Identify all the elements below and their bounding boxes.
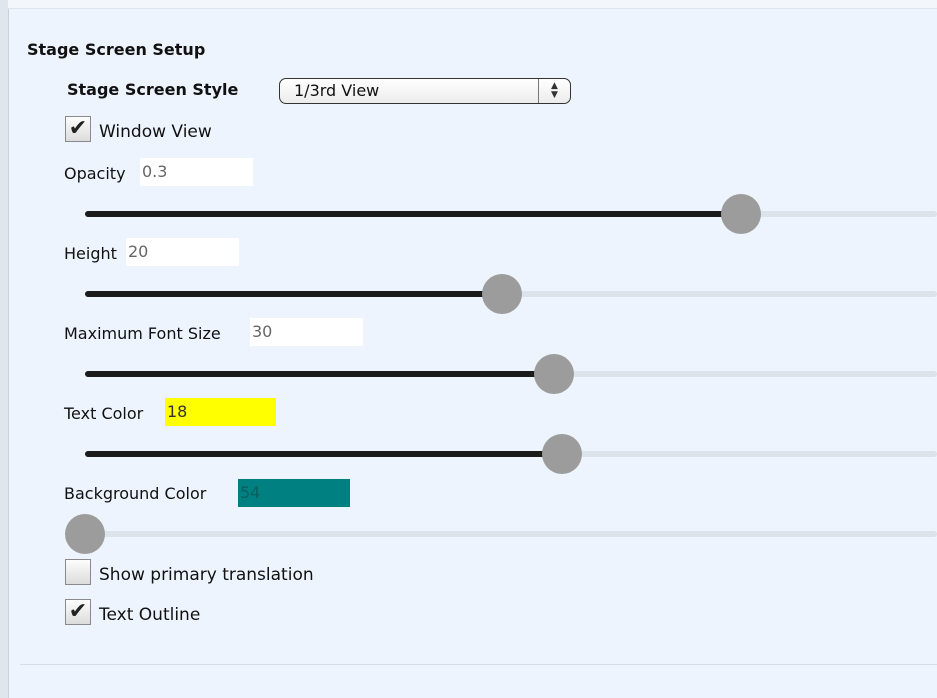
stage-screen-style-select[interactable]: 1/3rd View ▲ ▼ <box>279 78 571 104</box>
height-slider-fill <box>85 291 502 297</box>
text-color-input[interactable]: 18 <box>165 398 276 426</box>
show-primary-translation-label: Show primary translation <box>99 565 314 585</box>
window-view-checkbox[interactable]: ✔ <box>65 116 91 142</box>
max-font-size-slider[interactable] <box>85 354 937 394</box>
background-color-slider[interactable] <box>65 514 937 554</box>
text-color-slider-fill <box>85 451 562 457</box>
height-label: Height <box>64 244 117 263</box>
height-slider-thumb[interactable] <box>482 274 522 314</box>
window-view-row[interactable]: ✔ Window View <box>65 116 265 144</box>
select-stepper-icon[interactable]: ▲ ▼ <box>538 79 570 103</box>
text-color-slider-thumb[interactable] <box>542 434 582 474</box>
stage-screen-style-value: 1/3rd View <box>294 81 380 100</box>
text-outline-checkbox[interactable]: ✔ <box>65 599 91 625</box>
show-primary-translation-row[interactable]: Show primary translation <box>65 559 365 587</box>
text-color-label: Text Color <box>64 404 144 423</box>
background-color-slider-thumb[interactable] <box>65 514 105 554</box>
stage-screen-style-label: Stage Screen Style <box>67 80 239 99</box>
window-view-label: Window View <box>99 122 212 142</box>
background-color-label: Background Color <box>64 484 207 503</box>
section-title: Stage Screen Setup <box>27 40 206 59</box>
background-color-input[interactable]: 54 <box>238 479 350 507</box>
show-primary-translation-checkbox[interactable] <box>65 559 91 585</box>
max-font-size-slider-fill <box>85 371 554 377</box>
opacity-slider-thumb[interactable] <box>721 194 761 234</box>
section-divider <box>20 664 937 665</box>
max-font-size-input[interactable]: 30 <box>250 318 363 346</box>
height-slider[interactable] <box>85 274 937 314</box>
opacity-input[interactable]: 0.3 <box>140 158 253 186</box>
opacity-slider[interactable] <box>85 194 937 234</box>
height-input[interactable]: 20 <box>126 238 239 266</box>
text-outline-row[interactable]: ✔ Text Outline <box>65 599 265 627</box>
panel-top-border <box>8 0 937 9</box>
max-font-size-label: Maximum Font Size <box>64 324 221 343</box>
max-font-size-slider-thumb[interactable] <box>534 354 574 394</box>
text-outline-label: Text Outline <box>99 605 201 625</box>
panel-left-border <box>0 0 9 698</box>
settings-panel <box>9 9 937 698</box>
opacity-slider-fill <box>85 211 741 217</box>
text-color-slider[interactable] <box>85 434 937 474</box>
opacity-label: Opacity <box>64 164 126 183</box>
